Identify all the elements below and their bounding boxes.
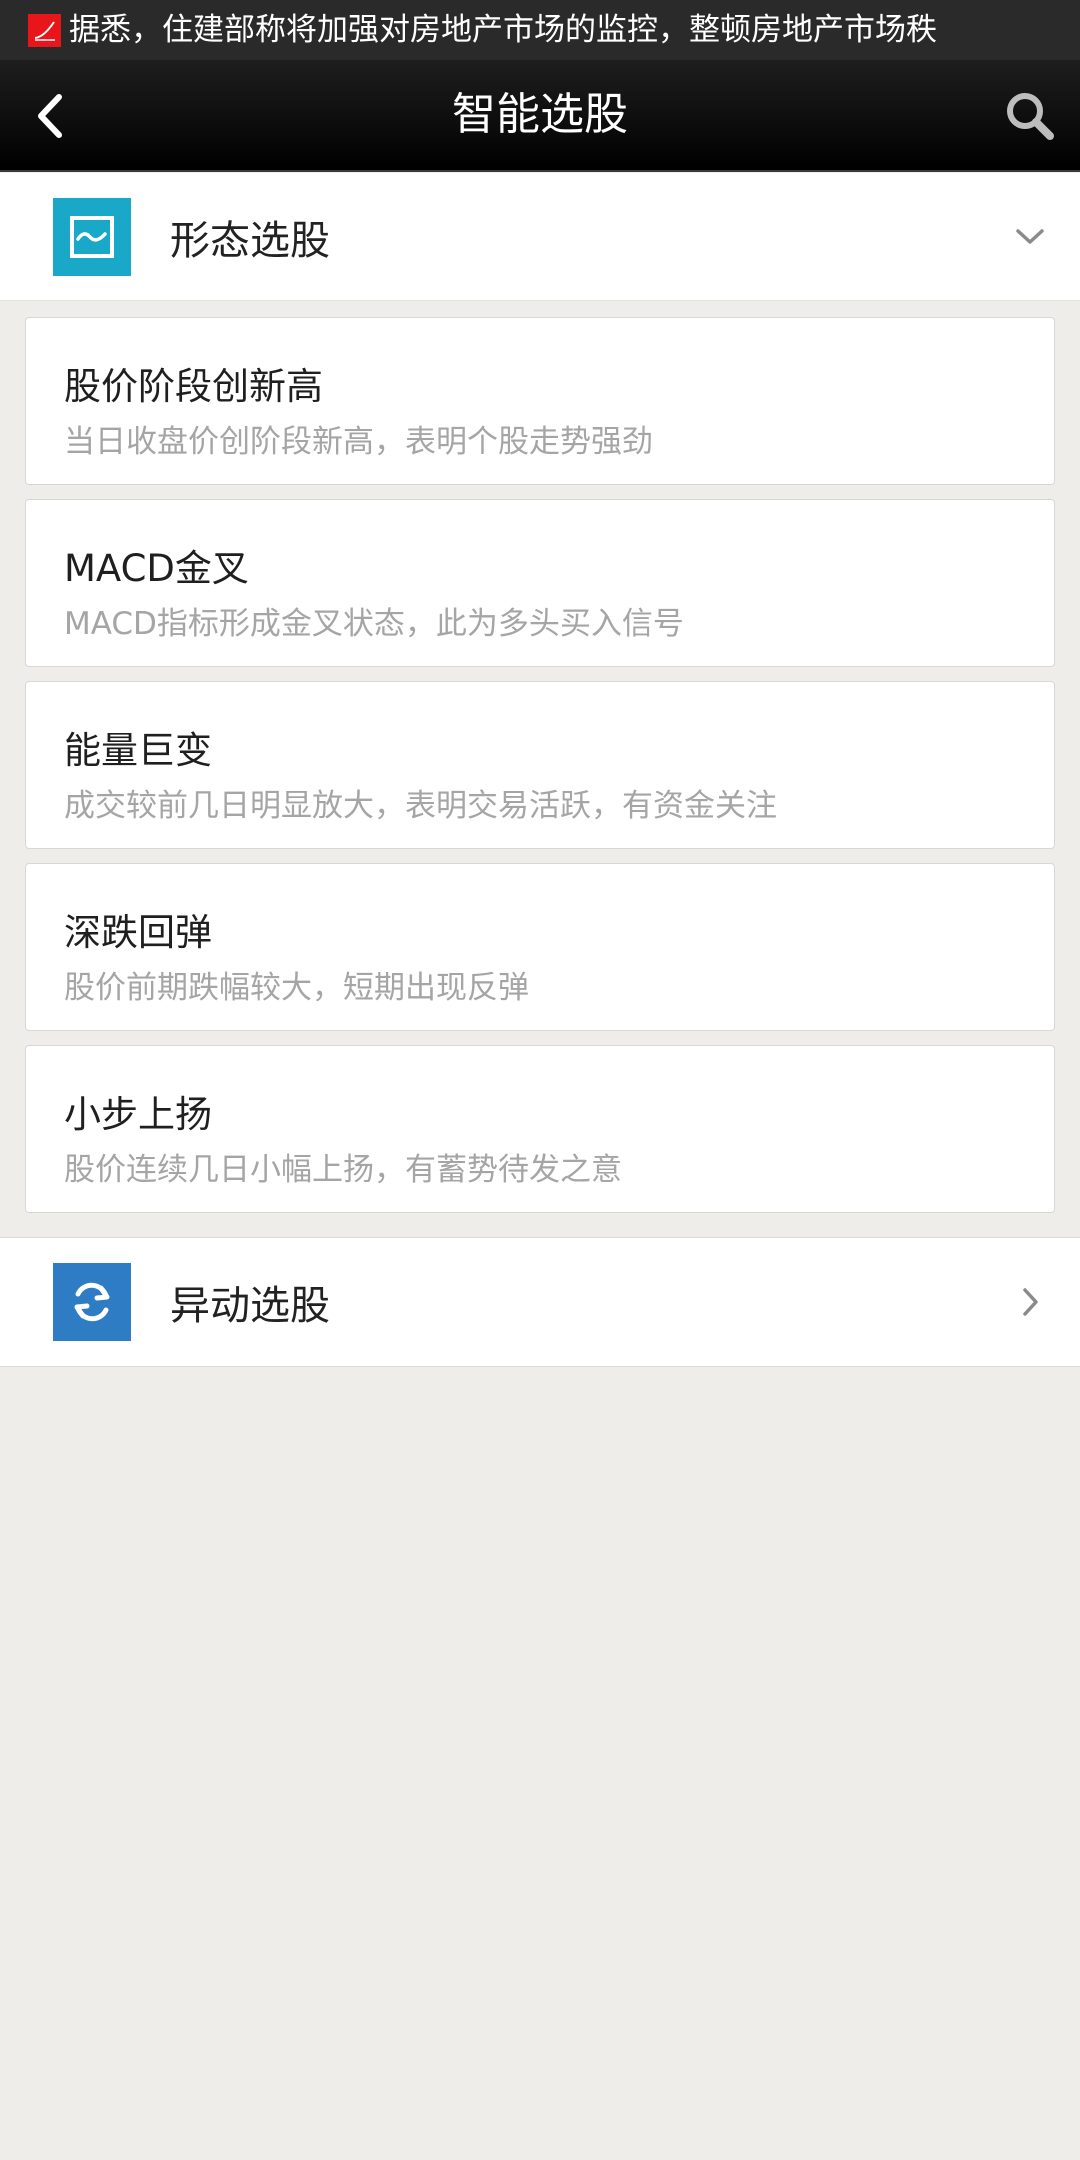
chevron-down-icon bbox=[1010, 217, 1050, 257]
section-abnormal-movement-selection[interactable]: 异动选股 bbox=[0, 1237, 1080, 1367]
list-item[interactable]: 深跌回弹 股价前期跌幅较大，短期出现反弹 bbox=[25, 863, 1055, 1031]
search-icon bbox=[1007, 93, 1054, 140]
item-title: 小步上扬 bbox=[64, 1093, 212, 1136]
nav-bar: 智能选股 bbox=[0, 60, 1080, 172]
item-title: MACD金叉 bbox=[64, 547, 249, 590]
item-description: MACD指标形成金叉状态，此为多头买入信号 bbox=[64, 606, 684, 642]
item-description: 成交较前几日明显放大，表明交易活跃，有资金关注 bbox=[64, 788, 777, 824]
section-pattern-selection[interactable]: 形态选股 bbox=[0, 173, 1080, 301]
item-title: 深跌回弹 bbox=[64, 911, 212, 954]
search-button[interactable] bbox=[1000, 86, 1060, 146]
item-description: 股价前期跌幅较大，短期出现反弹 bbox=[64, 970, 529, 1006]
item-title: 股价阶段创新高 bbox=[64, 365, 323, 408]
section-label: 形态选股 bbox=[170, 217, 330, 264]
news-ticker[interactable]: 据悉，住建部称将加强对房地产市场的监控，整顿房地产市场秩 bbox=[0, 0, 1080, 60]
news-logo-icon bbox=[28, 13, 61, 47]
list-item[interactable]: MACD金叉 MACD指标形成金叉状态，此为多头买入信号 bbox=[25, 499, 1055, 667]
chevron-right-icon bbox=[1010, 1282, 1050, 1322]
chart-wave-icon bbox=[53, 197, 131, 276]
item-description: 当日收盘价创阶段新高，表明个股走势强劲 bbox=[64, 424, 653, 460]
list-item[interactable]: 能量巨变 成交较前几日明显放大，表明交易活跃，有资金关注 bbox=[25, 681, 1055, 849]
list-item[interactable]: 股价阶段创新高 当日收盘价创阶段新高，表明个股走势强劲 bbox=[25, 317, 1055, 485]
list-item[interactable]: 小步上扬 股价连续几日小幅上扬，有蓄势待发之意 bbox=[25, 1045, 1055, 1213]
refresh-icon bbox=[53, 1263, 131, 1341]
section-label: 异动选股 bbox=[170, 1283, 330, 1329]
news-ticker-text: 据悉，住建部称将加强对房地产市场的监控，整顿房地产市场秩 bbox=[69, 12, 937, 48]
item-title: 能量巨变 bbox=[64, 729, 212, 772]
item-description: 股价连续几日小幅上扬，有蓄势待发之意 bbox=[64, 1152, 622, 1188]
page-title: 智能选股 bbox=[452, 89, 628, 140]
